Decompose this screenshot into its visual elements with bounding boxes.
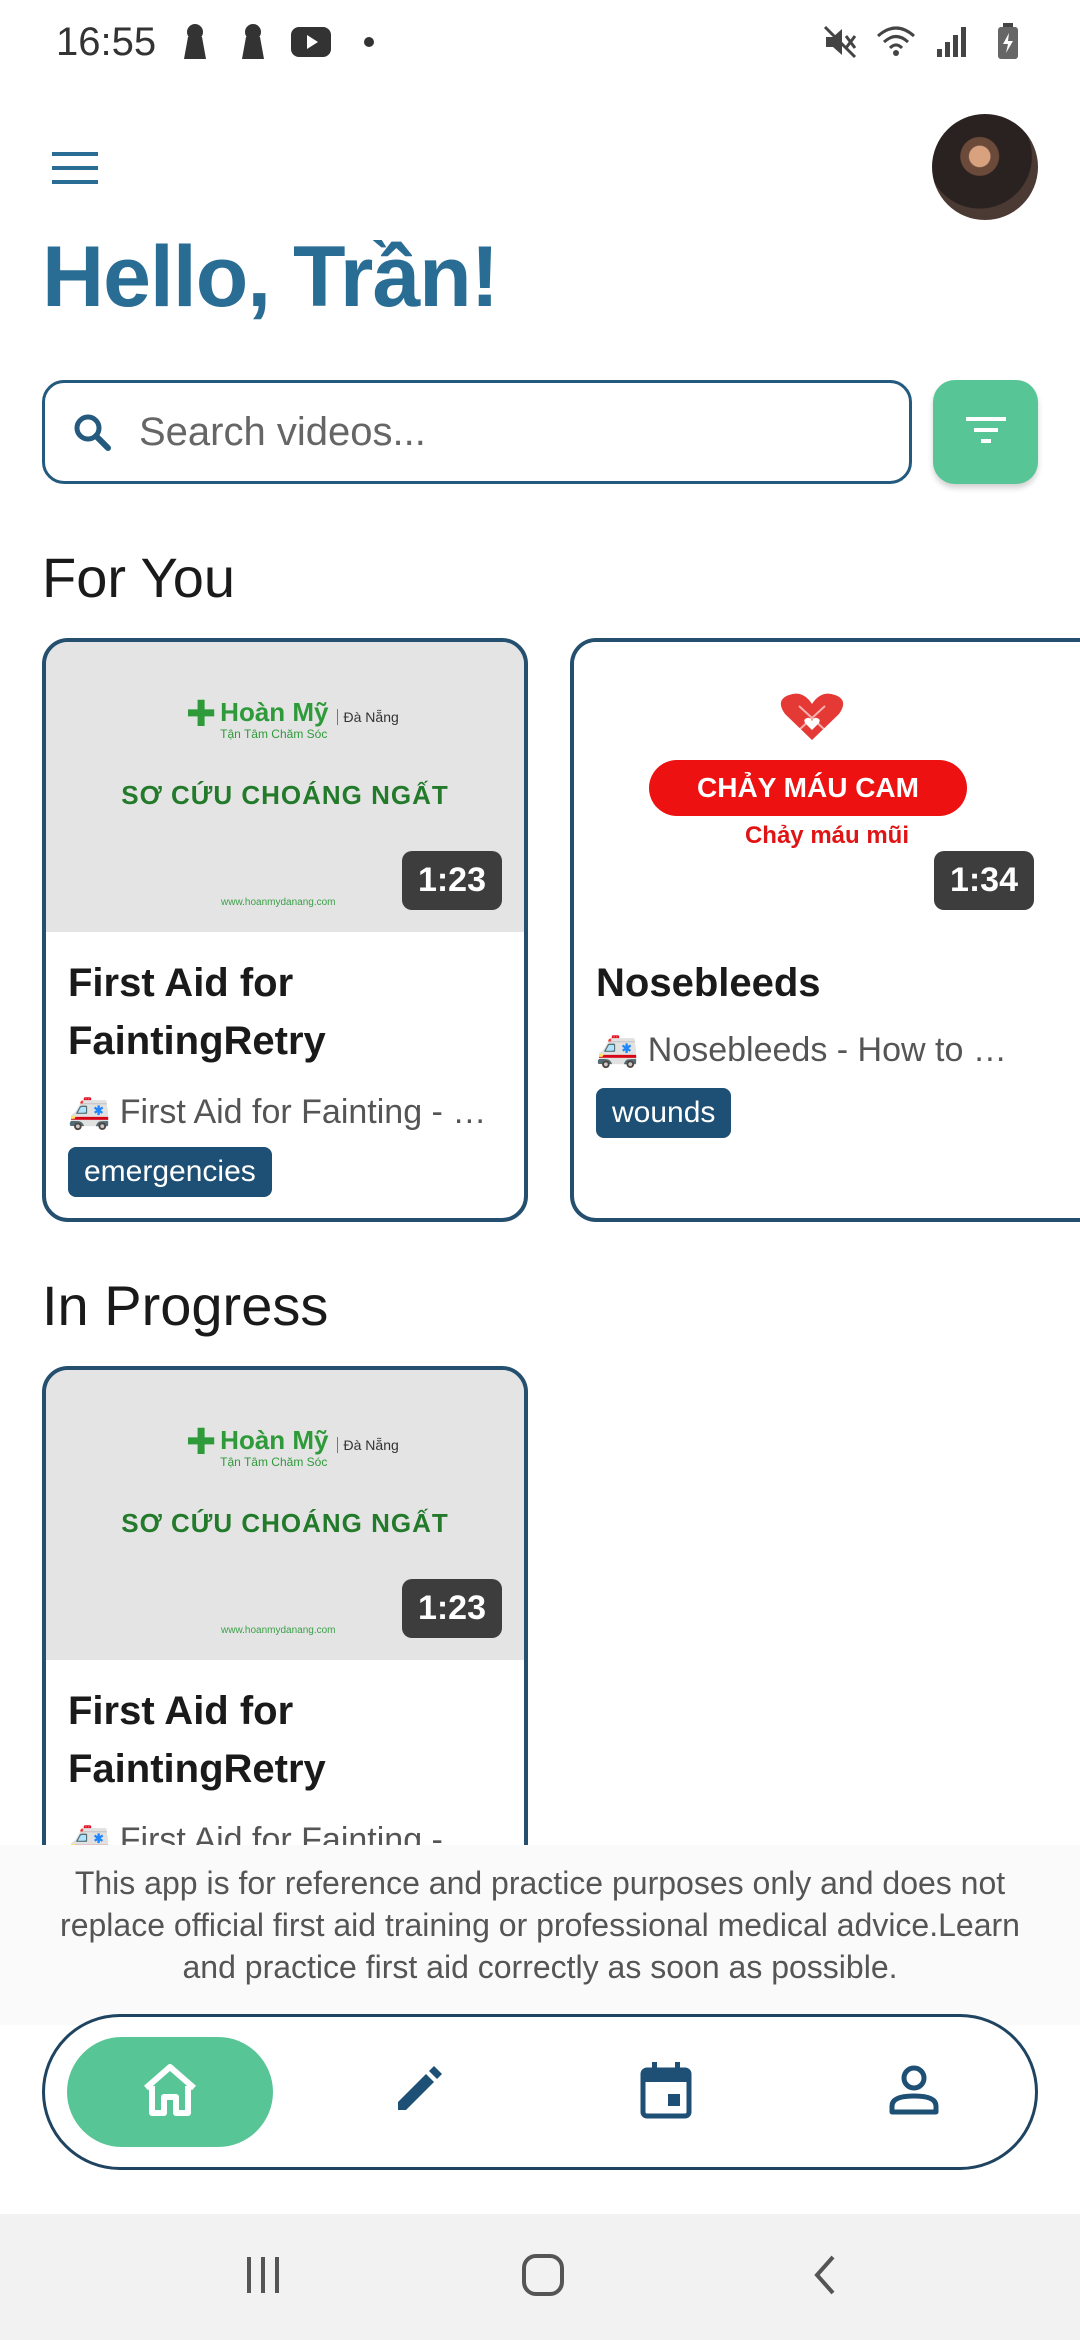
back-chevron-icon bbox=[805, 2251, 845, 2304]
section-title-for-you: For You bbox=[42, 546, 236, 609]
thumbnail-headline: CHẢY MÁU CAM bbox=[649, 760, 967, 816]
medical-cross-icon: ✚ bbox=[186, 693, 217, 734]
status-right-icons bbox=[820, 22, 1028, 62]
logo-brand: Hoàn Mỹ bbox=[220, 697, 329, 727]
logo-sub: Tận Tâm Chăm Sóc bbox=[220, 727, 328, 741]
home-icon bbox=[140, 2062, 200, 2123]
avatar[interactable] bbox=[932, 114, 1038, 220]
duration-badge: 1:23 bbox=[401, 851, 502, 910]
video-card[interactable]: CHẢY MÁU CAM Chảy máu mũi 1:34 Nosebleed… bbox=[570, 638, 1080, 1222]
dot-icon bbox=[349, 22, 389, 62]
hoan-my-logo: ✚ Hoàn Mỹ Tận Tâm Chăm Sóc Đà Nẵng bbox=[186, 693, 399, 742]
search-icon bbox=[67, 407, 117, 457]
nav-home[interactable] bbox=[67, 2037, 273, 2147]
filter-button[interactable] bbox=[933, 380, 1038, 484]
logo-sub: Tận Tâm Chăm Sóc bbox=[220, 1455, 328, 1469]
video-description: 🚑 Nosebleeds - How to … bbox=[596, 1031, 1007, 1069]
duration-badge: 1:34 bbox=[933, 851, 1034, 910]
logo-city: Đà Nẵng bbox=[336, 1437, 399, 1453]
battery-icon bbox=[988, 22, 1028, 62]
home-square-icon bbox=[519, 2251, 567, 2304]
status-left-icons bbox=[175, 22, 389, 62]
status-time: 16:55 bbox=[56, 20, 157, 64]
logo-city: Đà Nẵng bbox=[336, 709, 399, 725]
category-tag[interactable]: emergencies bbox=[68, 1147, 272, 1197]
nav-calendar[interactable] bbox=[563, 2037, 769, 2147]
thumbnail-headline: SƠ CỨU CHOÁNG NGẤT bbox=[121, 780, 449, 810]
signal-icon bbox=[932, 22, 972, 62]
disclaimer-text: This app is for reference and practice p… bbox=[60, 1865, 1020, 1985]
youtube-icon bbox=[291, 22, 331, 62]
thumbnail-url: www.hoanmydanang.com bbox=[221, 897, 336, 908]
search-input[interactable] bbox=[139, 409, 839, 455]
hoan-my-logo: ✚ Hoàn Mỹ Tận Tâm Chăm Sóc Đà Nẵng bbox=[186, 1421, 399, 1470]
duration-badge: 1:23 bbox=[401, 1579, 502, 1638]
nav-profile[interactable] bbox=[811, 2037, 1017, 2147]
category-tag[interactable]: wounds bbox=[596, 1088, 732, 1138]
video-title: First Aid for FaintingRetry bbox=[68, 1689, 326, 1791]
medical-cross-icon: ✚ bbox=[186, 1421, 217, 1462]
page-greeting: Hello, Trần! bbox=[42, 229, 499, 325]
back-button[interactable] bbox=[790, 2244, 860, 2310]
recent-apps-button[interactable] bbox=[228, 2244, 298, 2310]
bottom-navigation bbox=[42, 2014, 1038, 2170]
mute-icon bbox=[820, 22, 860, 62]
heart-bandage-icon bbox=[780, 693, 844, 740]
keyhole-icon bbox=[233, 22, 273, 62]
status-bar: 16:55 bbox=[0, 0, 1080, 90]
thumbnail-headline: SƠ CỨU CHOÁNG NGẤT bbox=[121, 1508, 449, 1538]
section-title-in-progress: In Progress bbox=[42, 1274, 329, 1337]
thumbnail-subline: Chảy máu mũi bbox=[744, 822, 910, 849]
video-thumbnail: ✚ Hoàn Mỹ Tận Tâm Chăm Sóc Đà Nẵng SƠ CỨ… bbox=[46, 1370, 524, 1660]
video-title: First Aid for FaintingRetry bbox=[68, 961, 326, 1063]
video-description: 🚑 First Aid for Fainting - … bbox=[68, 1093, 487, 1131]
menu-button[interactable] bbox=[40, 140, 110, 200]
recent-apps-icon bbox=[241, 2253, 285, 2302]
video-card[interactable]: ✚ Hoàn Mỹ Tận Tâm Chăm Sóc Đà Nẵng SƠ CỨ… bbox=[42, 638, 528, 1222]
video-card[interactable]: ✚ Hoàn Mỹ Tận Tâm Chăm Sóc Đà Nẵng SƠ CỨ… bbox=[42, 1366, 528, 1886]
hamburger-menu-icon bbox=[50, 150, 100, 191]
keyhole-icon bbox=[175, 22, 215, 62]
video-thumbnail: ✚ Hoàn Mỹ Tận Tâm Chăm Sóc Đà Nẵng SƠ CỨ… bbox=[46, 642, 524, 932]
wifi-icon bbox=[876, 22, 916, 62]
profile-icon bbox=[886, 2062, 942, 2123]
home-system-button[interactable] bbox=[508, 2244, 578, 2310]
logo-brand: Hoàn Mỹ bbox=[220, 1425, 329, 1455]
thumbnail-url: www.hoanmydanang.com bbox=[221, 1625, 336, 1636]
nav-edit[interactable] bbox=[315, 2037, 521, 2147]
filter-icon bbox=[964, 413, 1008, 452]
calendar-icon bbox=[638, 2060, 694, 2125]
search-box[interactable] bbox=[42, 380, 912, 484]
system-navigation-bar bbox=[0, 2214, 1080, 2340]
video-title: Nosebleeds bbox=[596, 961, 821, 1005]
video-thumbnail: CHẢY MÁU CAM Chảy máu mũi 1:34 bbox=[574, 642, 1080, 932]
edit-icon bbox=[390, 2062, 446, 2123]
